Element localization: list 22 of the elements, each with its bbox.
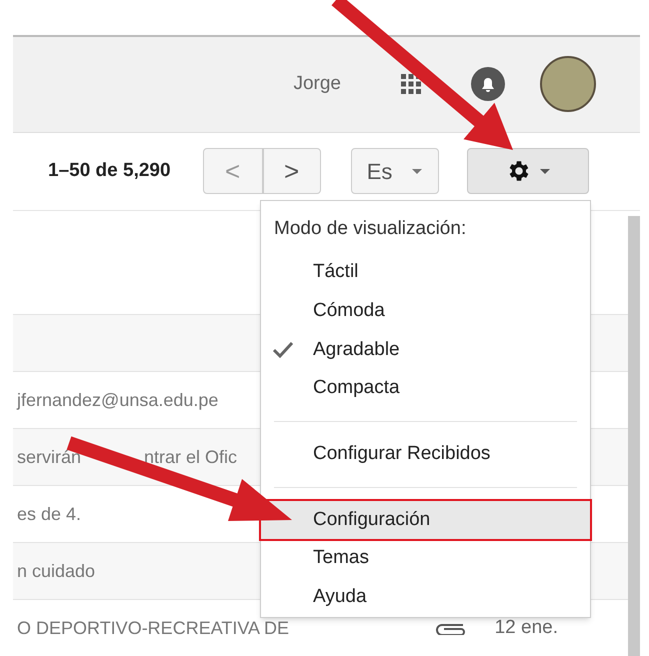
menu-item[interactable]: Ayuda <box>261 578 590 617</box>
menu-item[interactable]: Cómoda <box>261 292 590 330</box>
menu-heading: Modo de visualización: <box>273 217 468 241</box>
page-range: 1–50 de 5,290 <box>48 159 171 184</box>
email-snippet[interactable]: servirán <box>17 444 82 470</box>
bell-icon[interactable] <box>471 67 505 102</box>
email-snippet[interactable]: O DEPORTIVO-RECREATIVA DE <box>17 614 435 642</box>
email-date: 12 ene. <box>494 616 558 640</box>
menu-item[interactable]: Temas <box>261 539 590 578</box>
email-snippet[interactable]: ntrar el Ofic <box>144 444 238 470</box>
settings-button[interactable] <box>466 148 589 194</box>
language-button[interactable]: Es <box>350 148 439 194</box>
apps-grid-icon[interactable] <box>401 74 421 94</box>
menu-item[interactable]: Configurar Recibidos <box>261 434 590 474</box>
scrollbar[interactable] <box>628 216 640 656</box>
menu-item[interactable]: Táctil <box>261 252 590 292</box>
caret-icon <box>540 168 550 174</box>
next-button[interactable]: > <box>262 148 321 194</box>
caret-icon <box>412 168 422 174</box>
user-name[interactable]: Jorge <box>293 70 341 99</box>
menu-item[interactable]: Compacta <box>261 369 590 408</box>
menu-item[interactable]: Configuración <box>261 500 590 540</box>
